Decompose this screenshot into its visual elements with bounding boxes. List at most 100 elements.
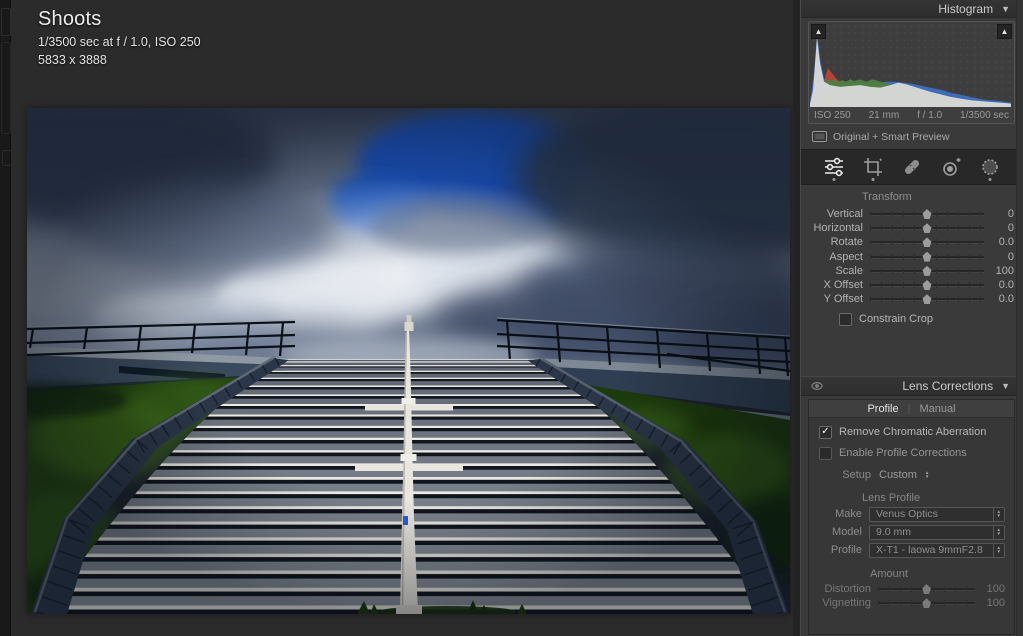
lens-profile-title: Lens Profile (862, 492, 1014, 504)
vignetting-slider[interactable] (878, 598, 975, 608)
photo-info-overlay: Shoots 1/3500 sec at f / 1.0, ISO 250 58… (38, 8, 201, 67)
x-offset-slider[interactable] (870, 280, 984, 290)
clipping-triangle-icon: ▲ (815, 27, 823, 36)
constrain-crop-label: Constrain Crop (859, 313, 933, 325)
collapse-triangle-icon[interactable]: ▼ (1001, 381, 1010, 391)
left-panel-collapsed[interactable] (0, 0, 11, 636)
smart-preview-icon[interactable] (812, 131, 827, 142)
slider-label: Vignetting (809, 597, 878, 609)
viewer-area: Shoots 1/3500 sec at f / 1.0, ISO 250 58… (11, 0, 793, 636)
slider-label: Distortion (809, 583, 878, 595)
lens-corrections-box: Profile | Manual ✓ Remove Chromatic Aber… (808, 399, 1015, 635)
make-label: Make (809, 508, 869, 520)
profile-label: Profile (809, 544, 869, 556)
slider-row-distortion: Distortion 100 (809, 582, 1014, 596)
remove-chromatic-aberration-checkbox[interactable]: ✓ Remove Chromatic Aberration (819, 425, 1014, 439)
slider-label: Aspect (801, 251, 870, 263)
slider-row-vignetting: Vignetting 100 (809, 596, 1014, 610)
rotate-slider[interactable] (870, 237, 984, 247)
slider-value: 0 (984, 208, 1014, 220)
histogram-box: ▲ ▲ ISO 250 21 mm f / 1.0 1/3500 sec (808, 21, 1015, 124)
lens-corrections-panel-header[interactable]: Lens Corrections ▼ (801, 376, 1023, 396)
collapse-triangle-icon[interactable]: ▼ (1001, 4, 1010, 14)
model-value: 9.0 mm (870, 526, 993, 538)
model-dropdown[interactable]: 9.0 mm ▲▼ (869, 525, 1005, 540)
spot-removal-icon (900, 155, 924, 179)
left-panel-widget (1, 8, 11, 36)
panel-scrollbar[interactable] (1016, 0, 1023, 636)
tool-adjustment-brush[interactable] (975, 152, 1005, 182)
setup-value[interactable]: Custom (879, 469, 917, 481)
vertical-slider[interactable] (870, 209, 984, 219)
shadow-clipping-indicator[interactable]: ▲ (811, 24, 826, 39)
dropdown-spinner-icon[interactable]: ▲▼ (993, 508, 1004, 521)
slider-label: Scale (801, 265, 870, 277)
enable-profile-corrections-checkbox[interactable]: ✓ Enable Profile Corrections (819, 446, 1014, 460)
slider-row-y-offset: Y Offset 0.0 (801, 292, 1023, 306)
dropdown-spinner-icon[interactable]: ▲▼ (993, 544, 1004, 557)
right-panel: Histogram ▼ ▲ ▲ ISO 250 21 mm f / 1.0 1/… (801, 0, 1023, 636)
stat-focal-length: 21 mm (869, 110, 900, 121)
left-panel-widget (1, 42, 11, 134)
preview-status-row: Original + Smart Preview (812, 129, 1023, 144)
y-offset-slider[interactable] (870, 294, 984, 304)
model-label: Model (809, 526, 869, 538)
stat-aperture: f / 1.0 (917, 110, 942, 121)
histogram-graph[interactable] (810, 23, 1011, 107)
crop-overlay-icon (861, 155, 885, 179)
slider-value: 0.0 (984, 236, 1014, 248)
histogram-stats: ISO 250 21 mm f / 1.0 1/3500 sec (809, 108, 1014, 122)
checkbox-box[interactable]: ✓ (819, 426, 832, 439)
tab-manual[interactable]: Manual (919, 403, 955, 415)
tab-separator: | (908, 403, 911, 415)
lightroom-develop-window: Shoots 1/3500 sec at f / 1.0, ISO 250 58… (0, 0, 1023, 636)
adjustment-sliders-icon (822, 155, 846, 179)
lens-corrections-title: Lens Corrections (902, 379, 993, 393)
profile-row: Profile X-T1 - laowa 9mmF2.8 ▲▼ (809, 542, 1005, 558)
slider-row-vertical: Vertical 0 (801, 207, 1023, 221)
slider-value: 0 (984, 222, 1014, 234)
histogram-series-luminance (810, 37, 1011, 107)
distortion-slider[interactable] (878, 584, 975, 594)
slider-row-horizontal: Horizontal 0 (801, 221, 1023, 235)
tool-crop-overlay[interactable] (858, 152, 888, 182)
slider-row-scale: Scale 100 (801, 264, 1023, 278)
transform-panel: Transform Vertical 0 Horizontal 0 Rotate… (801, 185, 1023, 376)
photo-exposure-info: 1/3500 sec at f / 1.0, ISO 250 (38, 35, 201, 49)
clipping-triangle-icon: ▲ (1001, 27, 1009, 36)
slider-value: 0.0 (984, 293, 1014, 305)
histogram-title: Histogram (938, 2, 993, 16)
constrain-crop-checkbox[interactable]: ✓ Constrain Crop (839, 312, 1023, 326)
horizontal-slider[interactable] (870, 223, 984, 233)
adjustment-brush-icon (978, 155, 1002, 179)
make-dropdown[interactable]: Venus Optics ▲▼ (869, 507, 1005, 522)
tool-red-eye[interactable] (936, 152, 966, 182)
aspect-slider[interactable] (870, 252, 984, 262)
photo-canvas[interactable] (27, 108, 790, 614)
setup-label: Setup (809, 469, 879, 481)
profile-dropdown[interactable]: X-T1 - laowa 9mmF2.8 ▲▼ (869, 543, 1005, 558)
checkbox-box[interactable]: ✓ (819, 447, 832, 460)
panel-edge[interactable] (793, 0, 801, 636)
slider-row-rotate: Rotate 0.0 (801, 235, 1023, 249)
histogram-panel-header[interactable]: Histogram ▼ (801, 0, 1023, 18)
slider-label: Vertical (801, 208, 870, 220)
slider-value: 100 (984, 265, 1014, 277)
tool-adjustment-sliders[interactable] (819, 152, 849, 182)
tool-spot-removal[interactable] (897, 152, 927, 182)
scale-slider[interactable] (870, 266, 984, 276)
stat-shutter: 1/3500 sec (960, 110, 1009, 121)
panel-toggle-eye-icon[interactable] (811, 380, 823, 392)
dropdown-spinner-icon[interactable]: ▲▼ (993, 526, 1004, 539)
check-icon: ✓ (821, 426, 829, 437)
slider-label: Rotate (801, 236, 870, 248)
tab-profile[interactable]: Profile (867, 403, 898, 415)
remove-ca-label: Remove Chromatic Aberration (839, 426, 986, 438)
highlight-clipping-indicator[interactable]: ▲ (997, 24, 1012, 39)
slider-row-aspect: Aspect 0 (801, 250, 1023, 264)
slider-label: Y Offset (801, 293, 870, 305)
slider-label: Horizontal (801, 222, 870, 234)
lens-corrections-tabs: Profile | Manual (809, 400, 1014, 418)
checkbox-box[interactable]: ✓ (839, 313, 852, 326)
setup-spinner-icon[interactable]: ▲▼ (925, 471, 929, 479)
